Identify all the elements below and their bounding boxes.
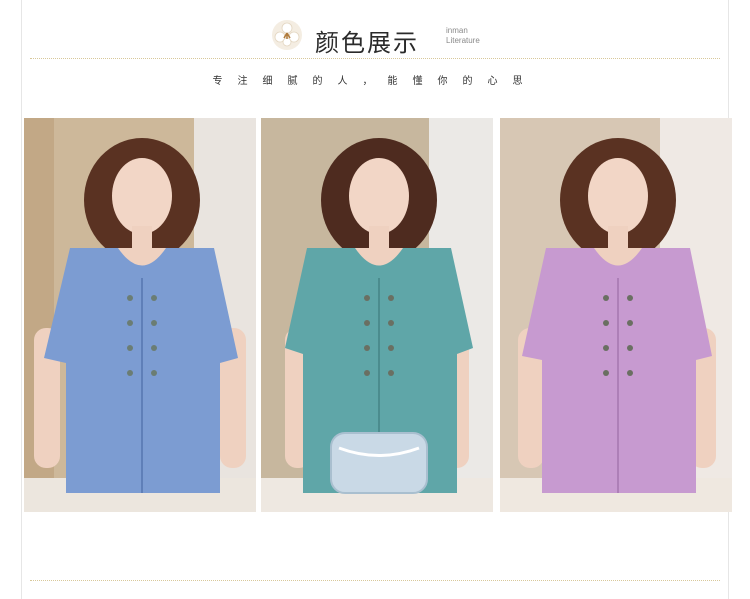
section-title: 颜色展示 [315,29,419,57]
top-divider [30,58,720,59]
section-header: 颜色展示 inman Literature [0,14,750,57]
product-photo-blue [24,118,256,512]
product-photo-pink [500,118,732,512]
brand-label: inman Literature [446,26,480,46]
product-photo-teal [261,118,493,512]
subtitle: 专注细腻的人，能懂你的心思 [212,76,538,87]
brand-line-1: inman [446,26,468,35]
bottom-divider [30,580,720,581]
brand-line-2: Literature [446,36,480,45]
cotton-flower-icon [272,20,302,50]
left-frame-line [21,0,22,599]
